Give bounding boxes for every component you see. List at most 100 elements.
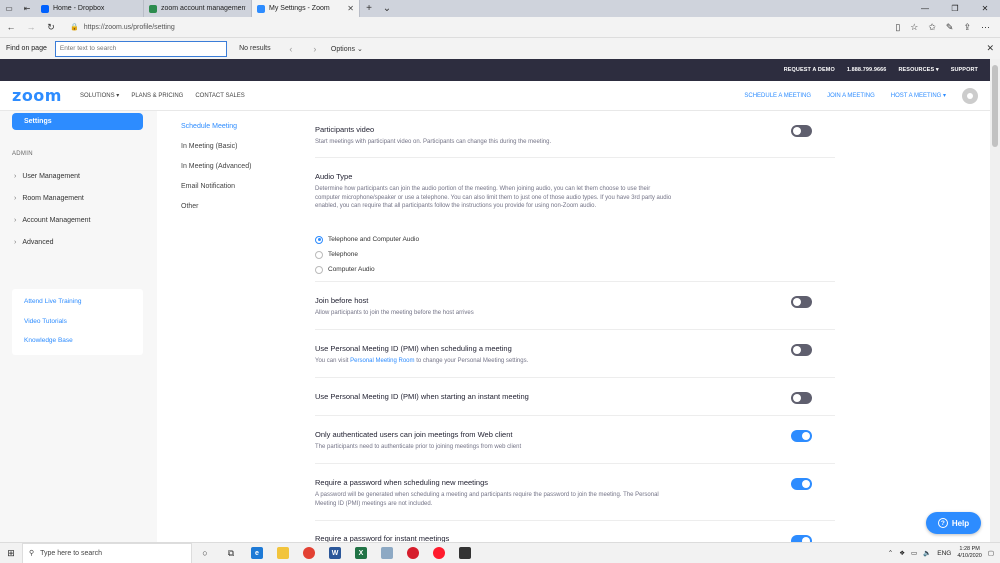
task-view-icon[interactable]: ⧉ — [218, 543, 244, 563]
zoom-main-nav: zoom SOLUTIONS ▾ PLANS & PRICING CONTACT… — [0, 81, 990, 111]
radio-telephone-and-computer-audio[interactable]: Telephone and Computer Audio — [315, 232, 419, 247]
opera-icon[interactable] — [426, 543, 452, 563]
notifications-icon[interactable]: ▢ — [988, 549, 994, 557]
radio-telephone[interactable]: Telephone — [315, 247, 419, 262]
avatar[interactable] — [962, 87, 978, 104]
browser-tab-dropbox[interactable]: Home - Dropbox — [36, 0, 144, 17]
forward-icon[interactable]: → — [24, 22, 38, 32]
attend-live-training-link[interactable]: Attend Live Training — [24, 298, 81, 305]
close-find-icon[interactable]: ✕ — [986, 43, 994, 54]
subnav-in-meeting-advanced[interactable]: In Meeting (Advanced) — [181, 163, 251, 183]
language-indicator[interactable]: ENG — [937, 550, 951, 557]
knowledge-base-link[interactable]: Knowledge Base — [24, 337, 73, 344]
excel-icon[interactable]: X — [348, 543, 374, 563]
app-circle-red-icon[interactable] — [400, 543, 426, 563]
reading-view-icon[interactable]: ▯ — [895, 22, 900, 33]
refresh-icon[interactable]: ↻ — [44, 22, 58, 33]
request-demo-link[interactable]: REQUEST A DEMO — [784, 67, 835, 73]
host-meeting-menu[interactable]: HOST A MEETING ▾ — [891, 92, 946, 99]
password-instant-toggle[interactable] — [791, 535, 812, 542]
find-options-button[interactable]: Options ⌄ — [331, 45, 363, 53]
subnav-in-meeting-basic[interactable]: In Meeting (Basic) — [181, 143, 251, 163]
url-text: https://zoom.us/profile/setting — [83, 23, 175, 31]
sidebar-item-user-management[interactable]: › User Management — [14, 173, 80, 180]
settings-content: Schedule Meeting In Meeting (Basic) In M… — [157, 111, 990, 542]
help-button[interactable]: ? Help — [926, 512, 981, 534]
subnav-other[interactable]: Other — [181, 203, 251, 223]
support-link[interactable]: SUPPORT — [951, 67, 978, 73]
plans-pricing-link[interactable]: PLANS & PRICING — [131, 93, 183, 99]
tab-list-chevron-icon[interactable]: ⌄ — [378, 0, 396, 17]
edge-icon[interactable]: e — [244, 543, 270, 563]
volume-icon[interactable]: 🔈 — [923, 549, 931, 557]
clock[interactable]: 1:28 PM 4/10/2020 — [957, 546, 981, 560]
share-icon[interactable]: ⇪ — [963, 22, 971, 33]
personal-meeting-room-link[interactable]: Personal Meeting Room — [350, 358, 414, 364]
favorites-icon[interactable]: ✩ — [928, 22, 936, 33]
sidebar-item-advanced[interactable]: › Advanced — [14, 239, 53, 246]
notes-pen-icon[interactable]: ✎ — [946, 22, 954, 33]
solutions-menu[interactable]: SOLUTIONS ▾ — [80, 92, 119, 99]
subnav-schedule-meeting[interactable]: Schedule Meeting — [181, 123, 251, 143]
bing-icon — [149, 4, 157, 13]
setting-title: Join before host — [315, 296, 369, 305]
find-result-count: No results — [239, 45, 271, 52]
file-explorer-icon[interactable] — [270, 543, 296, 563]
authenticated-users-toggle[interactable] — [791, 430, 812, 442]
divider — [315, 157, 835, 158]
favorite-star-icon[interactable]: ☆ — [910, 22, 918, 33]
new-tab-icon[interactable]: + — [360, 0, 378, 17]
network-icon[interactable]: ▭ — [911, 549, 917, 557]
participants-video-toggle[interactable] — [791, 125, 812, 137]
chevron-right-icon: › — [14, 195, 17, 202]
back-icon[interactable]: ← — [4, 22, 18, 32]
scroll-thumb[interactable] — [992, 65, 998, 147]
tray-chevron-icon[interactable]: ⌃ — [888, 549, 893, 557]
taskbar-search[interactable]: ⚲ Type here to search — [22, 542, 192, 563]
tab-back-icon[interactable]: ⇤ — [18, 0, 36, 17]
video-tutorials-link[interactable]: Video Tutorials — [24, 318, 67, 325]
divider — [315, 415, 835, 416]
close-tab-icon[interactable]: ✕ — [347, 4, 354, 13]
join-meeting-link[interactable]: JOIN A MEETING — [827, 93, 875, 99]
find-input[interactable] — [54, 40, 227, 57]
pmi-scheduling-toggle[interactable] — [791, 344, 812, 356]
cortana-icon[interactable]: ○ — [192, 543, 218, 563]
pmi-instant-toggle[interactable] — [791, 392, 812, 404]
paint-icon[interactable] — [374, 543, 400, 563]
speedometer-icon[interactable] — [452, 543, 478, 563]
url-field[interactable]: 🔒 https://zoom.us/profile/setting — [64, 19, 889, 35]
chrome-icon[interactable] — [296, 543, 322, 563]
radio-computer-audio[interactable]: Computer Audio — [315, 262, 419, 277]
sidebar-item-settings[interactable]: Settings — [12, 113, 143, 130]
radio-label: Computer Audio — [328, 266, 375, 273]
divider — [315, 377, 835, 378]
schedule-meeting-link[interactable]: SCHEDULE A MEETING — [744, 93, 811, 99]
sidebar-item-label: User Management — [22, 173, 80, 180]
join-before-host-toggle[interactable] — [791, 296, 812, 308]
taskbar-search-placeholder: Type here to search — [40, 549, 103, 557]
password-scheduling-toggle[interactable] — [791, 478, 812, 490]
zoom-logo[interactable]: zoom — [12, 86, 62, 105]
sidebar-item-account-management[interactable]: › Account Management — [14, 217, 90, 224]
page-scrollbar[interactable] — [990, 59, 1000, 542]
find-previous-icon[interactable]: ‹ — [283, 44, 299, 54]
word-icon[interactable]: W — [322, 543, 348, 563]
dropbox-tray-icon[interactable]: ❖ — [899, 549, 905, 557]
windows-start-icon[interactable]: ⊞ — [0, 548, 22, 559]
browser-tab-zoom-account[interactable]: zoom account management — [144, 0, 252, 17]
more-icon[interactable]: ⋯ — [981, 22, 990, 33]
contact-sales-link[interactable]: CONTACT SALES — [195, 93, 244, 99]
browser-tab-my-settings[interactable]: My Settings - Zoom ✕ — [252, 0, 360, 17]
chevron-right-icon: › — [14, 217, 17, 224]
resources-menu[interactable]: RESOURCES ▾ — [898, 67, 938, 73]
restore-icon[interactable]: ❐ — [940, 0, 970, 17]
subnav-email-notification[interactable]: Email Notification — [181, 183, 251, 203]
close-window-icon[interactable]: ✕ — [970, 0, 1000, 17]
setting-desc: Determine how participants can join the … — [315, 186, 672, 209]
find-next-icon[interactable]: › — [307, 44, 323, 54]
admin-sidebar: Settings ADMIN › User Management › Room … — [0, 111, 157, 542]
tab-preview-icon[interactable]: ▭ — [0, 0, 18, 17]
minimize-icon[interactable]: — — [910, 0, 940, 17]
sidebar-item-room-management[interactable]: › Room Management — [14, 195, 84, 202]
